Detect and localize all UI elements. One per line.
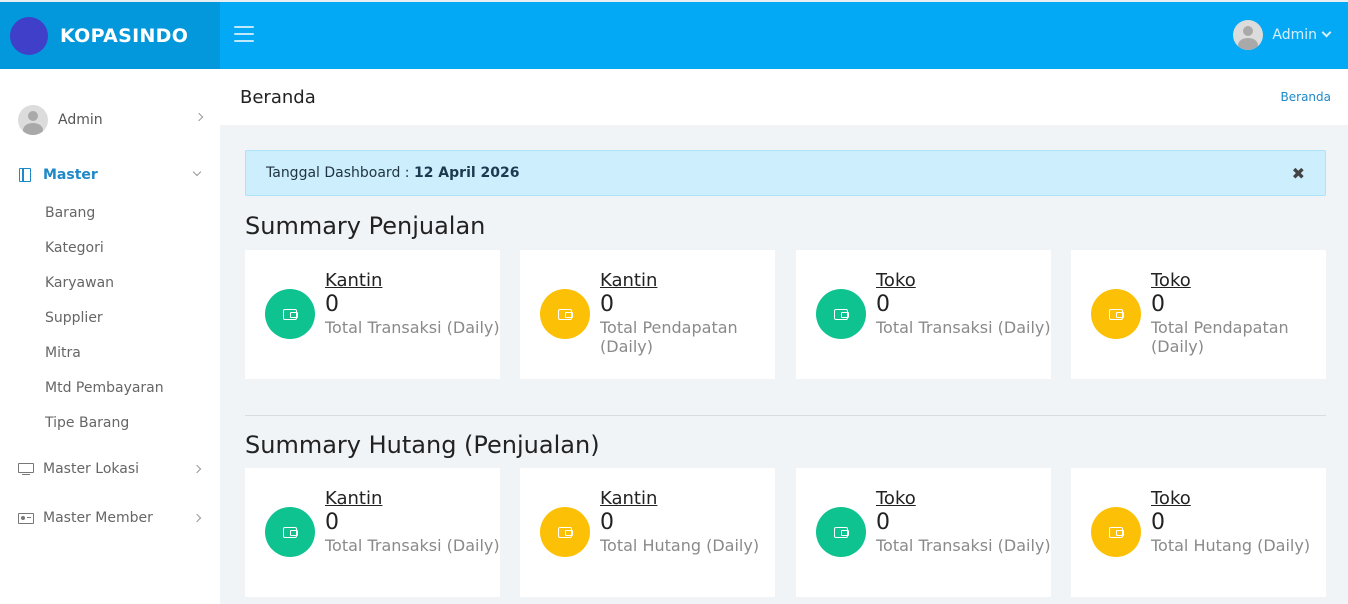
chevron-right-icon — [192, 464, 202, 474]
card-value: 0 — [600, 510, 614, 535]
sidebar-item-master[interactable]: Master — [18, 164, 208, 186]
card-link[interactable]: Kantin — [325, 270, 500, 292]
chevron-right-icon — [192, 513, 202, 523]
card-link[interactable]: Toko — [876, 270, 1051, 292]
card-label: Total Pendapatan (Daily) — [600, 318, 738, 356]
sidebar-subitem-tipe-barang[interactable]: Tipe Barang — [45, 415, 129, 431]
monitor-icon — [18, 462, 34, 476]
section-title-hutang: Summary Hutang (Penjualan) — [245, 431, 600, 459]
card-label: Total Hutang (Daily) — [1151, 536, 1311, 555]
hamburger-icon[interactable] — [234, 26, 254, 42]
wallet-icon — [540, 289, 590, 339]
card-value: 0 — [1151, 510, 1165, 535]
card-value: 0 — [600, 292, 614, 317]
card-link[interactable]: Toko — [1151, 270, 1326, 292]
alert-label: Tanggal Dashboard : — [266, 165, 414, 181]
summary-card: Kantin 0 Total Transaksi (Daily) — [245, 250, 500, 379]
card-value: 0 — [325, 292, 339, 317]
user-menu-button[interactable]: Admin — [1233, 20, 1332, 50]
wallet-icon — [1091, 507, 1141, 557]
sidebar-user-name: Admin — [58, 112, 103, 128]
card-value: 0 — [876, 510, 890, 535]
summary-card: Kantin 0 Total Transaksi (Daily) — [245, 468, 500, 597]
chevron-down-icon — [192, 167, 202, 177]
wallet-icon — [265, 507, 315, 557]
book-icon — [18, 168, 34, 182]
sidebar-item-label: Master — [43, 167, 98, 183]
section-divider — [245, 415, 1326, 416]
brand-name: KOPASINDO — [60, 24, 189, 47]
summary-card: Toko 0 Total Transaksi (Daily) — [796, 250, 1051, 379]
sidebar-item-label: Master Member — [43, 510, 153, 526]
page-header: Beranda Beranda — [220, 69, 1348, 125]
sidebar-item-master-lokasi[interactable]: Master Lokasi — [18, 458, 208, 480]
wallet-icon — [265, 289, 315, 339]
card-value: 0 — [325, 510, 339, 535]
section-title-penjualan: Summary Penjualan — [245, 212, 486, 240]
close-icon[interactable]: ✖ — [1292, 164, 1305, 183]
user-name: Admin — [1272, 27, 1317, 43]
sidebar-subitem-mitra[interactable]: Mitra — [45, 345, 81, 361]
card-link[interactable]: Toko — [876, 488, 1051, 510]
wallet-icon — [540, 507, 590, 557]
card-value: 0 — [876, 292, 890, 317]
wallet-icon — [816, 289, 866, 339]
card-label: Total Transaksi (Daily) — [325, 536, 500, 555]
summary-card: Toko 0 Total Pendapatan (Daily) — [1071, 250, 1326, 379]
card-label: Total Transaksi (Daily) — [325, 318, 500, 337]
alert-date: 12 April 2026 — [413, 165, 520, 181]
card-link[interactable]: Kantin — [600, 270, 775, 292]
sidebar-user[interactable]: Admin — [18, 105, 208, 135]
summary-card: Toko 0 Total Hutang (Daily) — [1071, 468, 1326, 597]
chevron-right-icon — [194, 112, 204, 122]
card-link[interactable]: Toko — [1151, 488, 1326, 510]
chevron-down-icon — [1321, 27, 1332, 37]
breadcrumb[interactable]: Beranda — [1281, 90, 1331, 104]
wallet-icon — [1091, 289, 1141, 339]
card-label: Total Transaksi (Daily) — [876, 318, 1051, 337]
dashboard-date-alert: Tanggal Dashboard : 12 April 2026 ✖ — [245, 150, 1326, 196]
summary-card: Toko 0 Total Transaksi (Daily) — [796, 468, 1051, 597]
card-label: Total Transaksi (Daily) — [876, 536, 1051, 555]
wallet-icon — [816, 507, 866, 557]
sidebar-subitem-kategori[interactable]: Kategori — [45, 240, 104, 256]
card-label: Total Pendapatan (Daily) — [1151, 318, 1289, 356]
brand[interactable]: KOPASINDO — [0, 2, 220, 69]
avatar — [1233, 20, 1264, 50]
card-label: Total Hutang (Daily) — [600, 536, 760, 555]
sidebar-item-master-member[interactable]: Master Member — [18, 507, 208, 529]
sidebar-subitem-mtd-pembayaran[interactable]: Mtd Pembayaran — [45, 380, 164, 396]
id-card-icon — [18, 511, 34, 525]
card-link[interactable]: Kantin — [600, 488, 775, 510]
card-value: 0 — [1151, 292, 1165, 317]
sidebar-subitem-supplier[interactable]: Supplier — [45, 310, 103, 326]
summary-card: Kantin 0 Total Pendapatan (Daily) — [520, 250, 775, 379]
sidebar-subitem-barang[interactable]: Barang — [45, 205, 95, 221]
brand-logo — [10, 16, 48, 55]
page-title: Beranda — [240, 87, 316, 108]
summary-card: Kantin 0 Total Hutang (Daily) — [520, 468, 775, 597]
sidebar-item-label: Master Lokasi — [43, 461, 140, 477]
top-navbar: KOPASINDO Admin — [0, 0, 1348, 69]
avatar — [18, 105, 48, 135]
card-link[interactable]: Kantin — [325, 488, 500, 510]
sidebar: Admin Master Barang Kategori Karyawan Su… — [0, 69, 220, 604]
sidebar-subitem-karyawan[interactable]: Karyawan — [45, 275, 114, 291]
